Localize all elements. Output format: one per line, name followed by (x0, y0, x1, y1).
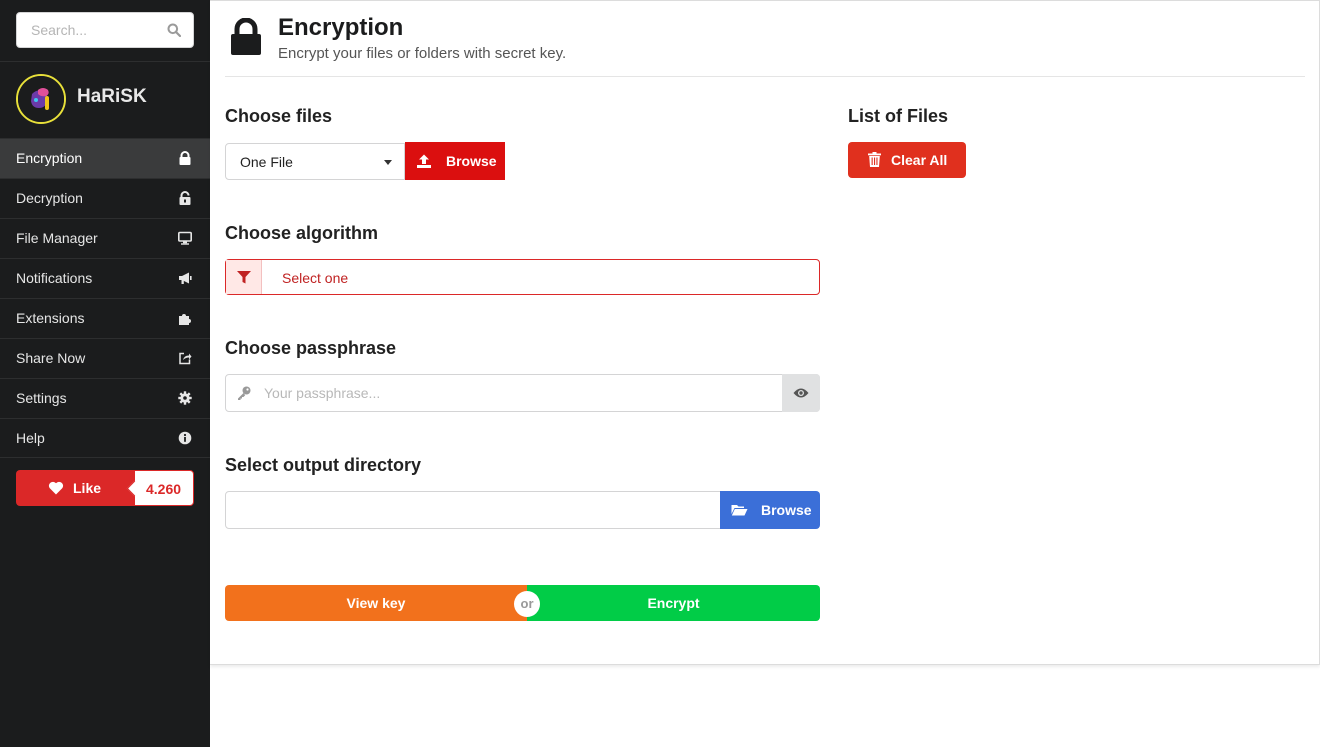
heart-icon (48, 481, 64, 495)
sidebar-item-label: Help (16, 430, 45, 446)
page-title: Encryption (278, 14, 404, 41)
search-icon[interactable] (167, 23, 181, 37)
sidebar-item-label: Encryption (16, 150, 83, 166)
or-separator: or (514, 591, 540, 617)
trash-icon (868, 152, 881, 167)
choose-passphrase-heading: Choose passphrase (225, 338, 397, 358)
output-directory-field[interactable] (225, 491, 721, 529)
sidebar-item-label: Share Now (16, 350, 86, 366)
like-count: 4.260 (134, 470, 194, 506)
info-icon (178, 431, 192, 445)
sidebar-item-share-now[interactable]: Share Now (0, 338, 210, 378)
upload-icon (417, 154, 431, 168)
eye-icon (793, 388, 809, 398)
main-panel: Encryption Encrypt your files or folders… (210, 0, 1320, 665)
folder-open-icon (731, 505, 748, 516)
search-box[interactable] (16, 12, 194, 48)
page-subtitle: Encrypt your files or folders with secre… (278, 45, 567, 62)
passphrase-input[interactable] (264, 383, 764, 403)
filter-label (226, 260, 262, 294)
sidebar-item-label: Notifications (16, 270, 93, 286)
sidebar-item-settings[interactable]: Settings (0, 378, 210, 418)
filter-icon (237, 271, 251, 284)
passphrase-field[interactable] (225, 374, 820, 412)
file-count-dropdown[interactable]: One File (225, 143, 405, 180)
sidebar-item-label: Extensions (16, 310, 85, 326)
choose-algorithm-heading: Choose algorithm (225, 223, 379, 243)
output-directory-heading: Select output directory (225, 455, 422, 475)
output-directory-input[interactable] (236, 500, 706, 520)
monitor-icon (178, 231, 192, 245)
browse-output-button[interactable]: Browse (720, 491, 820, 529)
sidebar-item-label: Decryption (16, 190, 83, 206)
puzzle-icon (179, 314, 191, 325)
profile-name: HaRiSK (77, 86, 147, 107)
sidebar-item-help[interactable]: Help (0, 418, 210, 458)
like-widget: Like 4.260 (16, 470, 194, 506)
gear-icon (178, 391, 192, 405)
like-count-value: 4.260 (146, 481, 182, 497)
unlock-icon (179, 191, 191, 205)
browse-files-button[interactable]: Browse (405, 142, 505, 180)
sidebar: HaRiSK Encryption Decryption File Manage… (0, 0, 210, 747)
list-of-files-heading: List of Files (848, 106, 949, 126)
view-key-button[interactable]: View key (225, 585, 527, 621)
algorithm-placeholder: Select one (282, 270, 349, 286)
like-button[interactable]: Like (16, 470, 134, 506)
encrypt-button[interactable]: Encrypt (527, 585, 820, 621)
lock-icon (231, 18, 261, 55)
share-icon (179, 352, 192, 365)
browse-output-label: Browse (761, 502, 812, 518)
clear-all-label: Clear All (891, 152, 948, 168)
key-icon (238, 386, 251, 400)
toggle-visibility-button[interactable] (782, 374, 820, 412)
sidebar-item-label: File Manager (16, 230, 98, 246)
avatar[interactable] (16, 74, 66, 124)
header-divider (225, 76, 1305, 77)
lock-icon (179, 151, 191, 165)
sidebar-item-encryption[interactable]: Encryption (0, 138, 210, 178)
algorithm-select[interactable]: Select one (225, 259, 820, 295)
search-input[interactable] (17, 13, 157, 47)
sidebar-item-extensions[interactable]: Extensions (0, 298, 210, 338)
dropdown-selected-value: One File (240, 154, 293, 170)
profile: HaRiSK (0, 62, 210, 138)
avatar-image (18, 76, 64, 122)
caret-down-icon (384, 160, 392, 165)
clear-all-button[interactable]: Clear All (848, 142, 966, 178)
browse-files-label: Browse (446, 153, 497, 169)
sidebar-item-file-manager[interactable]: File Manager (0, 218, 210, 258)
like-label: Like (73, 480, 102, 496)
sidebar-item-notifications[interactable]: Notifications (0, 258, 210, 298)
bullhorn-icon (179, 272, 192, 284)
sidebar-item-decryption[interactable]: Decryption (0, 178, 210, 218)
choose-files-heading: Choose files (225, 106, 333, 126)
sidebar-nav: Encryption Decryption File Manager Notif… (0, 138, 210, 458)
sidebar-item-label: Settings (16, 390, 67, 406)
